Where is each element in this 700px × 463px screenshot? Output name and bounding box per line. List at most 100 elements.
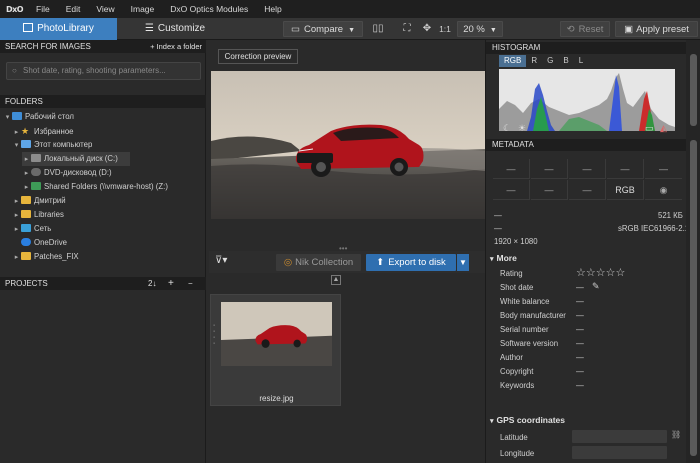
- star-icon: ★: [21, 126, 30, 136]
- expand-icon[interactable]: ▸: [12, 209, 21, 223]
- image-dimensions: 1920 × 1080: [494, 237, 538, 246]
- histo-tab-b[interactable]: B: [558, 55, 573, 67]
- softproof-icon[interactable]: ◭: [660, 123, 667, 134]
- latitude-input[interactable]: [572, 430, 667, 443]
- gps-section-toggle[interactable]: ▾ GPS coordinates: [490, 415, 565, 425]
- histogram-tabs: RGB R G B L: [499, 55, 588, 67]
- field-value: —: [576, 381, 584, 390]
- main-photo[interactable]: [211, 71, 485, 219]
- gps-link-icon[interactable]: ⛓: [671, 430, 681, 439]
- thumbnail-card[interactable]: ▪ ▪ ▪ ▪ resize.jpg: [210, 294, 341, 406]
- field-label-longitude: Longitude: [500, 449, 535, 458]
- edit-pencil-icon[interactable]: ✎: [592, 281, 600, 292]
- menu-image[interactable]: Image: [123, 0, 163, 18]
- shadow-clipping-icon[interactable]: ☾: [503, 123, 511, 134]
- filmstrip-toolbar: ⊽▾ ◎ Nik Collection ⬆ Export to disk ▼: [209, 251, 485, 273]
- menu-edit[interactable]: Edit: [58, 0, 89, 18]
- network-drive-icon: [31, 182, 41, 190]
- field-label-latitude: Latitude: [500, 433, 528, 442]
- expand-icon[interactable]: ▸: [12, 251, 21, 265]
- folder-row[interactable]: ▸ Сеть: [12, 222, 51, 236]
- menu-dxo-optics-modules[interactable]: DxO Optics Modules: [162, 0, 256, 18]
- filter-icon[interactable]: ⊽▾: [215, 255, 227, 266]
- search-input[interactable]: ○ Shot date, rating, shooting parameters…: [6, 62, 201, 80]
- folder-row[interactable]: ▸ Libraries: [12, 208, 64, 222]
- split-view-icon[interactable]: ▯▯: [370, 21, 386, 37]
- expand-icon[interactable]: ▸: [22, 167, 31, 181]
- field-label-serial-number: Serial number: [500, 325, 549, 334]
- crop-icon[interactable]: ⛶: [400, 21, 414, 37]
- photolibrary-icon: [23, 23, 34, 32]
- sort-projects-button[interactable]: 2↓: [148, 277, 156, 290]
- add-project-button[interactable]: +: [168, 277, 174, 290]
- compare-button[interactable]: ▭ Compare ▼: [283, 21, 363, 37]
- tab-photolibrary[interactable]: PhotoLibrary: [0, 18, 117, 40]
- histo-tab-rgb[interactable]: RGB: [499, 55, 527, 67]
- folder-row[interactable]: ▸ Patches_FIX: [12, 250, 79, 264]
- folder-label: DVD-дисковод (D:): [44, 168, 112, 177]
- folder-row[interactable]: ▸ Shared Folders (\\vmware-host) (Z:): [22, 180, 168, 194]
- collapse-icon[interactable]: ▾: [12, 139, 21, 153]
- right-panel-scrollbar[interactable]: [686, 40, 700, 463]
- folder-row[interactable]: ▸ ★ Избранное: [12, 124, 74, 138]
- expand-icon[interactable]: ▸: [12, 223, 21, 237]
- gps-label: GPS coordinates: [496, 415, 566, 425]
- meta-cell: —: [531, 159, 568, 179]
- folder-row[interactable]: OneDrive: [12, 236, 67, 250]
- zoom-select[interactable]: 20 % ▼: [457, 21, 503, 37]
- meta-left-2: —: [494, 224, 502, 233]
- meta-cell: —: [531, 180, 568, 200]
- correction-preview-button[interactable]: Correction preview: [218, 49, 298, 64]
- monitor-icon[interactable]: ▭: [645, 123, 654, 134]
- field-value: —: [576, 353, 584, 362]
- filmstrip-toggle-icon[interactable]: ▲: [331, 275, 341, 285]
- histo-tab-l[interactable]: L: [574, 55, 588, 67]
- ratio-1-1-button[interactable]: 1:1: [437, 21, 453, 37]
- search-icon: ○: [12, 66, 17, 75]
- remove-project-button[interactable]: −: [188, 277, 193, 290]
- index-folder-button[interactable]: + Index a folder: [150, 40, 202, 53]
- longitude-input[interactable]: [572, 446, 667, 459]
- apply-preset-button[interactable]: ▣ Apply preset: [615, 21, 698, 37]
- histogram-graph: [499, 69, 675, 131]
- folder-label: OneDrive: [34, 238, 67, 247]
- expand-icon[interactable]: ▸: [12, 195, 21, 209]
- expand-icon[interactable]: ▸: [22, 181, 31, 195]
- folder-row[interactable]: ▸ DVD-дисковод (D:): [22, 166, 112, 180]
- export-to-disk-button[interactable]: ⬆ Export to disk: [366, 254, 456, 271]
- folder-icon: [21, 196, 31, 204]
- scrollbar-thumb-top[interactable]: [690, 54, 697, 126]
- meta-cell-colorspace: RGB: [607, 180, 644, 200]
- scrollbar-thumb[interactable]: [690, 140, 697, 456]
- folder-row[interactable]: ▾ Этот компьютер: [12, 138, 92, 152]
- file-size: 521 КБ: [658, 211, 683, 220]
- folder-row-selected[interactable]: ▸ Локальный диск (C:): [22, 152, 130, 166]
- folder-row[interactable]: ▾ Рабочий стол: [3, 110, 74, 124]
- menu-file[interactable]: File: [28, 0, 58, 18]
- expand-icon[interactable]: ▸: [22, 153, 31, 167]
- desktop-icon: [12, 112, 22, 120]
- rating-stars[interactable]: ☆☆☆☆☆: [576, 266, 625, 279]
- reset-button[interactable]: ⟲ Reset: [560, 21, 610, 37]
- search-placeholder: Shot date, rating, shooting parameters..…: [23, 66, 166, 75]
- move-icon[interactable]: ✥: [420, 21, 434, 37]
- tab-customize[interactable]: ☰ Customize: [130, 18, 220, 40]
- menu-view[interactable]: View: [88, 0, 122, 18]
- apply-preset-label: Apply preset: [636, 24, 689, 35]
- folders-header: FOLDERS: [0, 95, 206, 108]
- menu-help[interactable]: Help: [256, 0, 289, 18]
- field-label-author: Author: [500, 353, 523, 362]
- highlight-clipping-icon[interactable]: ☀: [518, 123, 526, 134]
- folder-label: Избранное: [34, 127, 74, 136]
- export-dropdown-icon[interactable]: ▼: [457, 254, 469, 271]
- more-section-toggle[interactable]: ▾ More: [490, 253, 517, 263]
- network-icon: [21, 224, 31, 232]
- folder-row[interactable]: ▸ Дмитрий: [12, 194, 66, 208]
- histo-tab-g[interactable]: G: [542, 55, 558, 67]
- histo-tab-r[interactable]: R: [526, 55, 542, 67]
- collapse-icon[interactable]: ▾: [3, 111, 12, 125]
- car-photo: [211, 71, 485, 219]
- drag-handle-icon[interactable]: ▪ ▪ ▪ ▪: [213, 323, 215, 347]
- nik-collection-button[interactable]: ◎ Nik Collection: [276, 254, 361, 271]
- folder-label: Дмитрий: [34, 196, 66, 205]
